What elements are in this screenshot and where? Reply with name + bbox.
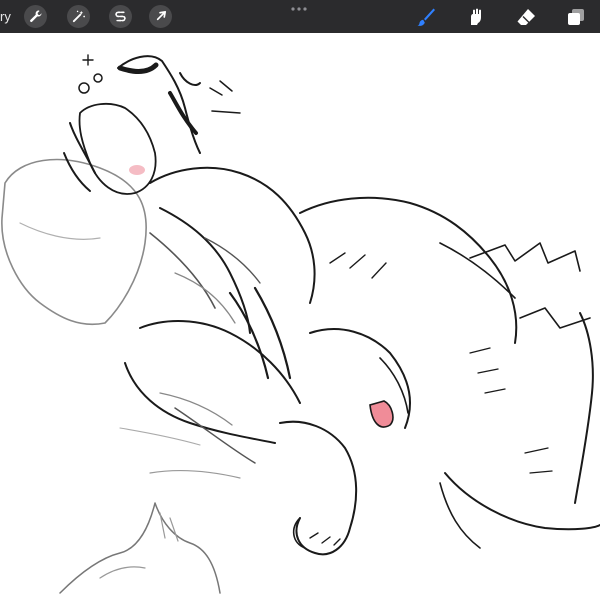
arrow-cursor-icon — [156, 10, 167, 21]
wrench-icon — [30, 10, 42, 23]
eraser-icon — [517, 9, 535, 25]
tongue-mark — [369, 400, 394, 428]
eraser-tool-button[interactable] — [514, 5, 538, 29]
selection-s-icon — [115, 11, 126, 22]
layers-icon — [568, 9, 584, 25]
blush-mark — [129, 165, 145, 175]
transform-button[interactable] — [149, 5, 172, 28]
more-dots-icon[interactable] — [290, 5, 308, 13]
magic-wand-icon — [72, 10, 85, 23]
brush-icon — [417, 8, 435, 26]
top-toolbar: ry — [0, 0, 600, 33]
gallery-link[interactable]: ry — [0, 8, 11, 25]
smudge-tool-button[interactable] — [464, 5, 488, 29]
sketch-drawing — [1, 54, 600, 594]
selection-button[interactable] — [109, 5, 132, 28]
adjustments-button[interactable] — [67, 5, 90, 28]
procreate-app: ry — [0, 0, 600, 600]
layers-tool-button[interactable] — [564, 5, 588, 29]
drawing-canvas[interactable] — [0, 33, 600, 600]
brush-tool-button[interactable] — [414, 5, 438, 29]
actions-button[interactable] — [24, 5, 47, 28]
smudge-icon — [471, 8, 481, 25]
